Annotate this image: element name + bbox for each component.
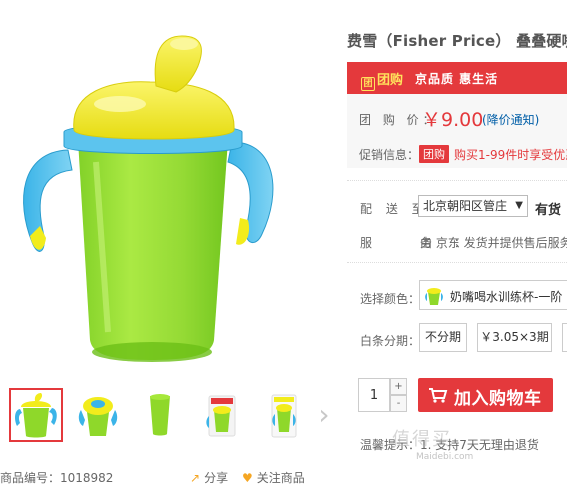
cart-icon (429, 388, 448, 403)
quantity-decrease-button[interactable]: - (390, 395, 407, 412)
promo-text: 购买1-99件时享受优惠 (454, 148, 567, 162)
watermark-url: Maidebi.com (416, 452, 474, 462)
region-select[interactable]: 北京朝阳区管庄 ▼ (418, 195, 528, 217)
watermark: 值得买 (392, 429, 452, 450)
promo-tag: 团购 (419, 145, 449, 163)
cup-icon (425, 288, 443, 305)
divider (347, 262, 567, 263)
group-buy-badge-label: 团购 (377, 73, 404, 88)
promo-label: 促销信息： (359, 148, 420, 162)
color-option-label: 奶嘴喝水训练杯-一阶 (450, 290, 563, 304)
stock-status: 有货 (535, 203, 562, 218)
cup-front-thumb-image (15, 393, 57, 438)
package-side-thumb-image (271, 394, 297, 438)
follow-link[interactable]: ♥ 关注商品 (242, 469, 305, 486)
sku-number: 商品编号：1018982 (0, 471, 114, 485)
quantity-input[interactable] (358, 378, 390, 412)
chevron-down-icon: ▼ (515, 200, 523, 211)
share-link[interactable]: ↗ 分享 (190, 469, 228, 486)
add-to-cart-button[interactable]: 加入购物车 (418, 378, 553, 412)
cup-top-thumb-image (78, 397, 118, 436)
group-buy-banner: 团团购 京品质 惠生活 (347, 62, 567, 94)
thumbnail-5[interactable] (257, 388, 311, 442)
thumbnail-strip: › (0, 388, 340, 448)
group-buy-badge: 团团购 (361, 69, 403, 91)
share-label: 分享 (204, 471, 229, 485)
service-text: 由 京东 发货并提供售后服务 (420, 236, 567, 250)
price-box: 团 购 价： ￥9.00 (降价通知) 促销信息： 团购 购买1-99件时享受优… (347, 94, 567, 168)
group-buy-icon: 团 (361, 77, 375, 91)
installment-option-3[interactable]: ￥3.05×3期 (477, 323, 552, 352)
product-title: 费雪（Fisher Price） 叠叠硬嘴 (347, 32, 567, 50)
region-value: 北京朝阳区管庄 (423, 199, 508, 213)
share-icon: ↗ (190, 471, 201, 485)
thumbnail-next-arrow[interactable]: › (312, 400, 336, 432)
installment-option-none[interactable]: 不分期 (419, 323, 467, 352)
thumbnail-1[interactable] (9, 388, 63, 442)
price-value: ￥9.00 (422, 109, 484, 131)
sippy-cup-image (23, 35, 274, 362)
thumbnail-3[interactable] (133, 388, 187, 442)
color-option[interactable]: 奶嘴喝水训练杯-一阶 (419, 280, 567, 310)
package-thumb-image (206, 395, 236, 437)
divider (347, 180, 567, 181)
thumbnail-2[interactable] (71, 388, 125, 442)
add-to-cart-label: 加入购物车 (454, 389, 542, 409)
price-drop-notice-link[interactable]: (降价通知) (482, 111, 539, 128)
heart-icon: ♥ (242, 471, 253, 485)
gallery-footer: 商品编号：1018982 ↗ 分享 ♥ 关注商品 (0, 466, 340, 485)
installment-option-more[interactable] (562, 323, 567, 352)
follow-label: 关注商品 (256, 471, 305, 485)
cup-body-thumb-image (150, 394, 170, 436)
installment-label: 白条分期： (360, 334, 421, 348)
quantity-increase-button[interactable]: + (390, 378, 407, 395)
group-buy-slogan: 京品质 惠生活 (415, 72, 499, 86)
color-label: 选择颜色： (360, 292, 421, 306)
product-main-image (0, 22, 335, 382)
thumbnail-4[interactable] (195, 388, 249, 442)
